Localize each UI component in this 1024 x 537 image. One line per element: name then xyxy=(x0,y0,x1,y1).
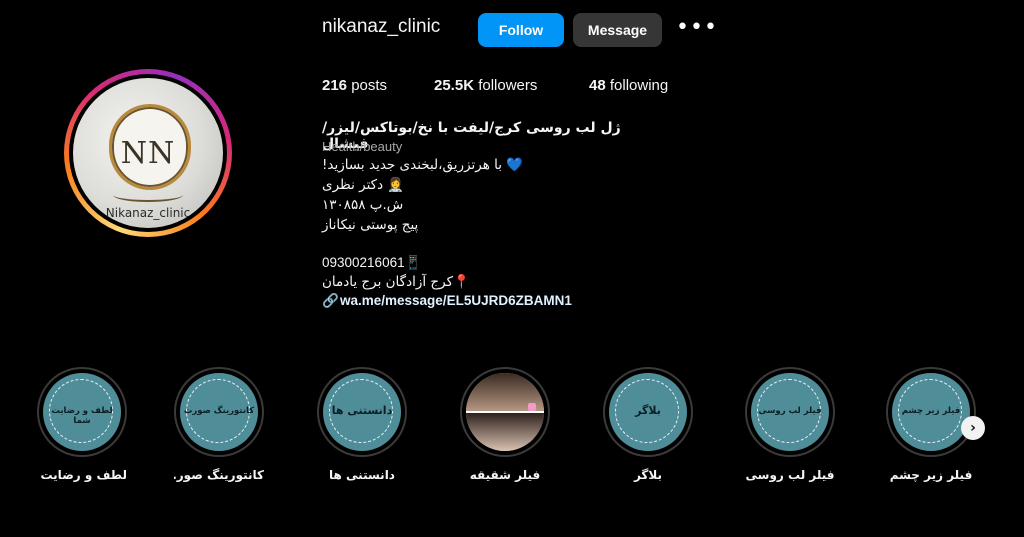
avatar-image: NN Nikanaz_clinic xyxy=(73,78,223,228)
photo-bottom xyxy=(466,412,544,451)
stat-following-value: 48 xyxy=(589,77,606,94)
stat-followers-label: followers xyxy=(478,77,538,94)
photo-divider xyxy=(466,411,544,413)
profile-username: nikanaz_clinic xyxy=(322,16,441,37)
more-options-icon[interactable]: ••• xyxy=(676,15,718,40)
highlight-ring xyxy=(460,367,550,457)
bio-link[interactable]: 🔗wa.me/message/EL5UJRD6ZBAMN1 xyxy=(322,293,572,309)
logo-ornament xyxy=(113,188,183,202)
highlight-cover: بلاگر xyxy=(609,373,687,451)
highlight-item[interactable]: کانتورینگ صورت کانتورینگ صور... xyxy=(174,367,264,482)
stat-followers[interactable]: 25.5K followers xyxy=(434,77,537,94)
stat-followers-value: 25.5K xyxy=(434,77,475,94)
highlight-cover-photo xyxy=(466,373,544,451)
highlight-ring: بلاگر xyxy=(603,367,693,457)
link-icon: 🔗 xyxy=(322,293,339,308)
highlight-cover: لطف و رضایت شما xyxy=(43,373,121,451)
highlight-label: دانستنی ها xyxy=(329,468,395,482)
highlight-ring: کانتورینگ صورت xyxy=(174,367,264,457)
bio-category: Health/beauty xyxy=(322,139,403,154)
highlight-ring: لطف و رضایت شما xyxy=(37,367,127,457)
highlight-cover: کانتورینگ صورت xyxy=(180,373,258,451)
stat-following[interactable]: 48 following xyxy=(589,77,668,94)
highlight-cover-text: بلاگر xyxy=(635,404,661,417)
stat-posts-label: posts xyxy=(351,77,388,94)
profile-avatar[interactable]: NN Nikanaz_clinic xyxy=(64,69,232,237)
highlight-ring: دانستنی ها xyxy=(317,367,407,457)
bio-line: پیج پوستی نیکاناز xyxy=(322,217,419,233)
highlight-cover: فیلر زیر چشم xyxy=(892,373,970,451)
logo-monogram: NN xyxy=(120,136,176,171)
avatar-gap: NN Nikanaz_clinic xyxy=(69,74,227,232)
highlight-cover-text: کانتورینگ صورت xyxy=(183,406,255,416)
bio-link-text: wa.me/message/EL5UJRD6ZBAMN1 xyxy=(340,293,572,308)
highlight-label: کانتورینگ صور... xyxy=(174,468,264,482)
highlight-item[interactable]: لطف و رضایت شما لطف و رضایت ۲ xyxy=(37,367,127,482)
highlight-cover-text: دانستنی ها xyxy=(331,404,393,417)
bio-phone: 09300216061📱 xyxy=(322,255,422,270)
highlight-item[interactable]: فیلر لب روسی فیلر لب روسی xyxy=(745,367,835,482)
bio-line: 💙 با هرتزریق،لبخندی جدید بسازید! xyxy=(322,157,524,173)
stat-following-label: following xyxy=(609,77,669,94)
bio-line: ش.پ ۱۳۰۸۵۸ xyxy=(322,197,404,213)
highlight-label: فیلر لب روسی xyxy=(745,468,835,482)
highlight-item[interactable]: دانستنی ها دانستنی ها xyxy=(317,367,407,482)
stat-posts-value: 216 xyxy=(322,77,348,94)
highlight-item[interactable]: فیلر شقیقه xyxy=(460,367,550,482)
photo-sticker xyxy=(528,403,536,411)
highlight-cover: فیلر لب روسی xyxy=(751,373,829,451)
highlight-item[interactable]: بلاگر بلاگر xyxy=(603,367,693,482)
chevron-right-icon[interactable]: › xyxy=(961,416,985,440)
highlight-cover: دانستنی ها xyxy=(323,373,401,451)
highlight-label: لطف و رضایت ۲ xyxy=(37,468,127,482)
highlight-cover-text: فیلر لب روسی xyxy=(758,406,822,416)
highlight-label: بلاگر xyxy=(633,468,663,482)
highlight-label: فیلر شقیقه xyxy=(469,468,541,482)
message-button[interactable]: Message xyxy=(573,13,662,47)
follow-button[interactable]: Follow xyxy=(478,13,564,47)
bio-address: 📍کرج آزادگان برج یادمان xyxy=(322,274,470,290)
highlight-label: فیلر زیر چشم xyxy=(889,468,973,482)
highlight-ring: فیلر زیر چشم xyxy=(886,367,976,457)
highlight-cover-text: فیلر زیر چشم xyxy=(901,406,961,416)
bio-line: 👩‍⚕️ دکتر نظری xyxy=(322,177,405,193)
stat-posts: 216 posts xyxy=(322,77,387,94)
highlight-cover-text: لطف و رضایت شما xyxy=(51,406,113,426)
highlight-ring: فیلر لب روسی xyxy=(745,367,835,457)
logo-caption: Nikanaz_clinic xyxy=(105,206,191,220)
